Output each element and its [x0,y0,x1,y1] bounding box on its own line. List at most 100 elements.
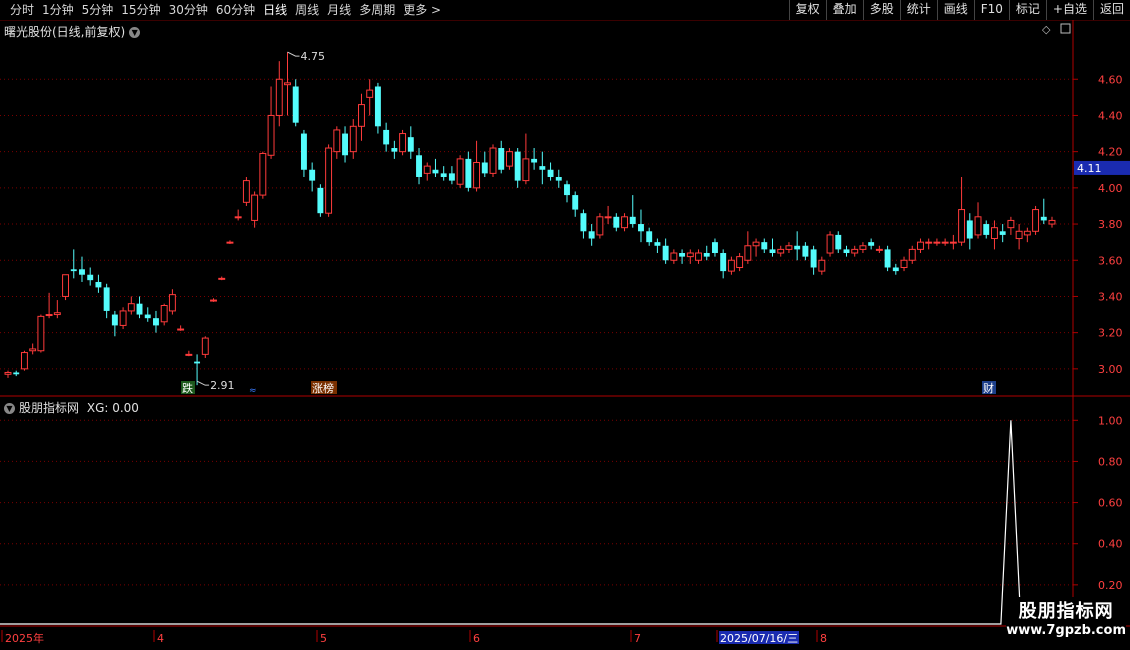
candle-body-down [465,158,472,188]
toolbar-button-0[interactable]: 复权 [788,0,826,20]
candle-body-up [366,89,374,98]
tab-period-10[interactable]: 更多 > [399,2,445,18]
price-chart[interactable]: 4.60 4.40 4.20 4.00 3.80 3.60 3.40 3.20 3.00 1.00… [0,20,1130,650]
candle-body-up [399,133,407,153]
candle-body-up [958,209,966,243]
tab-period-8[interactable]: 月线 [323,2,355,18]
candle-body-down [761,242,768,250]
candle-body-up [20,352,28,370]
double-arrow-icon: ≈ [249,386,257,396]
toolbar-button-4[interactable]: 画线 [936,0,974,20]
candle-body-up [456,158,464,185]
candle-body-up [37,315,45,352]
tab-period-0[interactable]: 分时 [6,2,38,18]
candle-body-up [210,299,217,302]
candle-body-down [712,242,718,254]
candle-body-down [440,173,447,177]
candle-body-up [917,241,924,250]
y-tick-label: 3.60 [1098,254,1123,267]
low-marker [196,380,210,386]
tab-period-2[interactable]: 5分钟 [78,2,118,18]
candle-body-up [752,241,760,247]
diamond-icon: ◇ [1042,23,1051,36]
candle-body-down [498,148,505,170]
y-tick-label: 3.80 [1098,218,1123,231]
candle-body-down [892,267,899,272]
candle-body-down [87,274,94,281]
tab-period-4[interactable]: 30分钟 [165,2,212,18]
candle-body-up [1007,219,1015,229]
candle-body-down [564,184,570,196]
candle-body-down [703,253,710,257]
watermark-title: 股朋指标网 [1018,601,1114,622]
tab-period-5[interactable]: 60分钟 [212,2,259,18]
candle-body-up [358,104,365,127]
toolbar-button-3[interactable]: 统计 [899,0,937,20]
candle-body-down [95,281,102,288]
candle-body-down [292,86,299,123]
candle-body-down [136,303,143,315]
date-label: 5 [320,632,327,645]
candle-body-down [588,231,595,239]
high-marker [287,51,300,57]
candle-body-up [695,252,702,261]
watermark-url: www.7gpzb.com [1006,623,1126,638]
candle-body-up [489,147,497,174]
toolbar-button-2[interactable]: 多股 [862,0,900,20]
toolbar-button-5[interactable]: F10 [973,0,1009,20]
candle-body-down [317,187,324,214]
candle-body-down [194,361,201,364]
candle-body-down [103,287,110,311]
candle-body-up [727,259,735,272]
tab-period-6[interactable]: 日线 [259,2,291,18]
candle-body-down [613,216,620,228]
candle-body-down [646,231,653,243]
candle-body-up [29,348,37,352]
toolbar-button-6[interactable]: 标记 [1008,0,1046,20]
y-tick-label: 4.20 [1098,146,1123,159]
candle-body-down [432,169,439,174]
candle-body-down [391,148,398,152]
candle-body-up [818,259,826,272]
candle-body-up [473,162,481,189]
top-toolbar: 分时 1分钟 5分钟 15分钟 30分钟 60分钟 日线 周线 月线 多周期 更多 > 复权 叠加 多股… [0,0,1130,21]
candle-body-down [966,220,973,239]
tab-period-3[interactable]: 15分钟 [117,2,164,18]
low-label: 2.91 [210,379,235,392]
candle-body-down [448,173,455,181]
candle-body-down [309,169,316,181]
candle-body-up [1048,219,1056,225]
candle-body-up [275,78,283,116]
toolbar-button-8[interactable]: 返回 [1092,0,1130,20]
candle-body-up [185,353,193,356]
candle-body-down [153,318,159,326]
candle-body-down [769,249,776,254]
toolbar-button-7[interactable]: +自选 [1045,0,1093,20]
candle-body-down [835,234,842,250]
tab-period-9[interactable]: 多周期 [355,2,399,18]
action-buttons: 复权 叠加 多股 统计 画线 F10 标记 +自选 返回 [788,0,1130,20]
candle-body-down [843,249,850,254]
tag-rise-list: 涨榜 [312,381,334,395]
candle-body-up [785,245,793,250]
candle-body-down [481,162,488,174]
tab-period-7[interactable]: 周线 [291,2,323,18]
y-tick-label: 4.60 [1098,73,1123,86]
candle-body-up [900,259,908,268]
tag-finance: 财 [983,381,994,395]
candle-body-up [349,125,357,153]
current-price-label: 4.11 [1077,162,1102,175]
candle-body-down [374,86,381,127]
candle-body-up [933,241,941,244]
candle-body-up [744,245,752,261]
toolbar-button-1[interactable]: 叠加 [825,0,863,20]
candle-body-down [514,151,521,181]
candle-body-down [884,249,891,268]
tag-fall: 跌 [182,381,193,395]
tab-period-1[interactable]: 1分钟 [38,2,78,18]
candle-body-up [851,248,859,254]
candle-body-down [342,133,348,156]
candle-body-down [416,155,422,177]
candle-body-up [119,310,127,326]
candle-body-up [259,152,267,196]
